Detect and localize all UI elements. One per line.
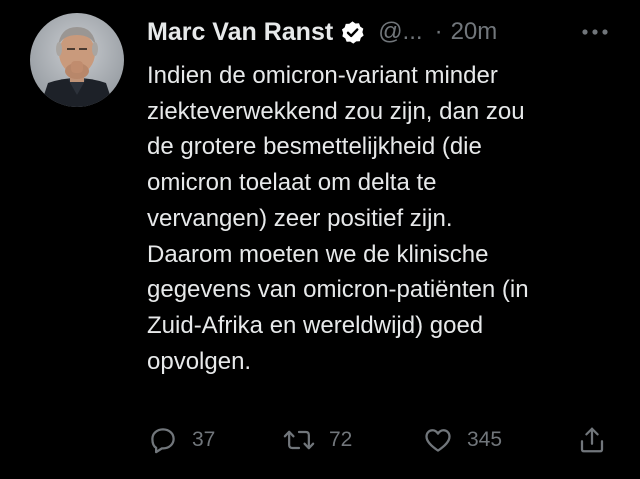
tweet-text-line: Indien de omicron-variant minder <box>147 62 498 89</box>
retweet-count: 72 <box>329 428 353 451</box>
tweet-text-line: Daarom moeten we de klinische <box>147 240 489 268</box>
tweet-text-line: ziekteverwekkend zou zijn, dan zou <box>147 97 525 125</box>
tweet-text-line: vervangen) zeer positief zijn. <box>147 204 453 232</box>
more-options-icon[interactable] <box>580 22 610 42</box>
tweet-header: Marc Van Ranst @... · 20m <box>147 16 617 48</box>
tweet-timestamp[interactable]: 20m <box>451 18 498 46</box>
avatar[interactable] <box>30 13 124 107</box>
tweet-text-line: opvolgen. <box>147 347 252 375</box>
tweet-text-line: de grotere besmettelijkheid (die <box>147 133 482 161</box>
retweet-icon <box>283 430 315 450</box>
profile-photo <box>30 13 124 107</box>
separator-dot: · <box>434 18 443 45</box>
tweet-actions: 37 72 345 <box>0 420 640 460</box>
tweet-text-line: Zuid-Afrika en wereldwijd) goed <box>147 311 484 339</box>
verified-badge-icon <box>339 19 366 46</box>
heart-icon <box>425 429 451 452</box>
reply-count: 37 <box>192 428 216 451</box>
share-icon <box>580 427 604 453</box>
author-handle[interactable]: @... <box>378 18 422 46</box>
author-name[interactable]: Marc Van Ranst <box>147 18 333 47</box>
reply-icon <box>151 428 175 454</box>
like-button[interactable]: 345 <box>423 420 502 460</box>
tweet-text-line: omicron toelaat om delta te <box>147 169 437 197</box>
retweet-button[interactable]: 72 <box>283 420 352 460</box>
tweet[interactable]: Marc Van Ranst @... · 20m Indien de omic… <box>0 0 640 479</box>
share-button[interactable] <box>577 420 607 460</box>
tweet-text: Indien de omicron-variant minder ziektev… <box>147 58 627 379</box>
like-count: 345 <box>467 428 503 451</box>
tweet-text-line: gegevens van omicron-patiënten (in <box>147 276 529 304</box>
reply-button[interactable]: 37 <box>148 420 215 460</box>
